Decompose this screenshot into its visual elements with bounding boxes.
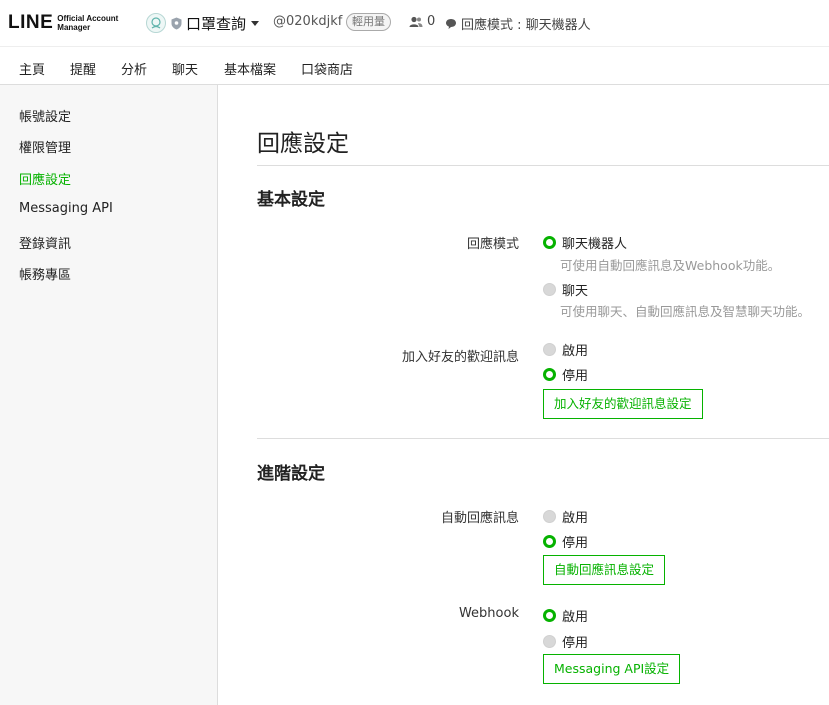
radio-mode-bot[interactable]: 聊天機器人 <box>543 233 627 252</box>
radio-unselected-icon <box>543 510 556 523</box>
radio-welcome-off[interactable]: 停用 <box>543 365 588 384</box>
messaging-api-settings-button[interactable]: Messaging API設定 <box>543 654 681 684</box>
tab-shop[interactable]: 口袋商店 <box>301 59 353 78</box>
top-bar: LINE Official Account Manager 口罩查詢 @020k… <box>0 0 829 46</box>
section-title-basic: 基本設定 <box>257 190 325 210</box>
sidebar-item-permissions[interactable]: 權限管理 <box>19 137 71 156</box>
welcome-message-label: 加入好友的歡迎訊息 <box>401 350 519 365</box>
radio-selected-icon <box>543 236 556 249</box>
tab-home[interactable]: 主頁 <box>19 59 45 78</box>
account-name: 口罩查詢 <box>186 14 247 33</box>
account-avatar <box>146 13 166 33</box>
radio-selected-icon <box>543 368 556 381</box>
response-mode-indicator[interactable]: 回應模式 : 聊天機器人 <box>445 14 591 33</box>
mode-bot-hint: 可使用自動回應訊息及Webhook功能。 <box>560 258 781 273</box>
logo-sub-line1: Official Account <box>57 14 119 23</box>
radio-mode-chat[interactable]: 聊天 <box>543 280 588 299</box>
section-title-advanced: 進階設定 <box>257 464 325 484</box>
plan-badge: 輕用量 <box>346 13 391 31</box>
radio-welcome-on[interactable]: 啟用 <box>543 340 588 359</box>
page-title: 回應設定 <box>257 131 349 157</box>
radio-webhook-on[interactable]: 啟用 <box>543 606 588 625</box>
line-oa-logo[interactable]: LINE Official Account Manager <box>8 12 118 34</box>
welcome-settings-button[interactable]: 加入好友的歡迎訊息設定 <box>543 389 703 419</box>
mode-chat-hint: 可使用聊天、自動回應訊息及智慧聊天功能。 <box>560 304 811 319</box>
friends-icon <box>409 16 423 27</box>
radio-unselected-icon <box>543 283 556 296</box>
divider <box>257 165 829 166</box>
sidebar-item-response[interactable]: 回應設定 <box>19 169 71 188</box>
logo-subtitle: Official Account Manager <box>57 14 118 32</box>
logo-sub-line2: Manager <box>57 23 91 32</box>
response-mode-label: 回應模式 <box>466 237 519 252</box>
radio-unselected-icon <box>543 635 556 648</box>
chat-bubble-icon <box>446 18 456 29</box>
caret-down-icon <box>251 20 260 26</box>
main-content: 回應設定 基本設定 回應模式 聊天機器人 可使用自動回應訊息及Webhook功能… <box>218 85 829 705</box>
sidebar-item-billing[interactable]: 帳務專區 <box>19 264 71 283</box>
friend-count[interactable]: 0 <box>409 14 435 29</box>
auto-reply-settings-button[interactable]: 自動回應訊息設定 <box>543 555 666 585</box>
shield-icon <box>171 17 182 29</box>
tab-reminders[interactable]: 提醒 <box>70 59 96 78</box>
webhook-label: Webhook <box>458 606 519 621</box>
radio-webhook-off-label: 停用 <box>562 636 589 651</box>
friend-count-value: 0 <box>427 14 436 29</box>
radio-welcome-off-label: 停用 <box>562 369 589 384</box>
radio-auto-off[interactable]: 停用 <box>543 532 588 551</box>
divider <box>257 438 829 439</box>
radio-auto-on[interactable]: 啟用 <box>543 507 588 526</box>
main-nav-tabs: 主頁 提醒 分析 聊天 基本檔案 口袋商店 <box>0 46 829 85</box>
logo-text: LINE <box>8 12 54 33</box>
sidebar-item-account[interactable]: 帳號設定 <box>19 106 71 125</box>
auto-reply-label: 自動回應訊息 <box>440 511 519 526</box>
radio-selected-icon <box>543 535 556 548</box>
tab-chat[interactable]: 聊天 <box>172 59 198 78</box>
radio-auto-off-label: 停用 <box>562 536 589 551</box>
account-id: @020kdjkf <box>273 14 343 29</box>
radio-webhook-on-label: 啟用 <box>562 610 589 625</box>
radio-unselected-icon <box>543 343 556 356</box>
sidebar-item-messaging-api[interactable]: Messaging API <box>19 201 113 216</box>
radio-mode-bot-label: 聊天機器人 <box>562 237 628 252</box>
radio-mode-chat-label: 聊天 <box>562 284 589 299</box>
sidebar-item-registration[interactable]: 登錄資訊 <box>19 233 71 252</box>
response-mode-text: 回應模式 : 聊天機器人 <box>461 18 591 33</box>
tab-profile[interactable]: 基本檔案 <box>224 59 276 78</box>
radio-welcome-on-label: 啟用 <box>562 344 589 359</box>
settings-sidebar: 帳號設定 權限管理 回應設定 Messaging API 登錄資訊 帳務專區 <box>0 85 218 705</box>
radio-auto-on-label: 啟用 <box>562 511 589 526</box>
account-switcher[interactable]: 口罩查詢 <box>146 12 260 34</box>
tab-analytics[interactable]: 分析 <box>121 59 147 78</box>
radio-webhook-off[interactable]: 停用 <box>543 632 588 651</box>
radio-selected-icon <box>543 609 556 622</box>
